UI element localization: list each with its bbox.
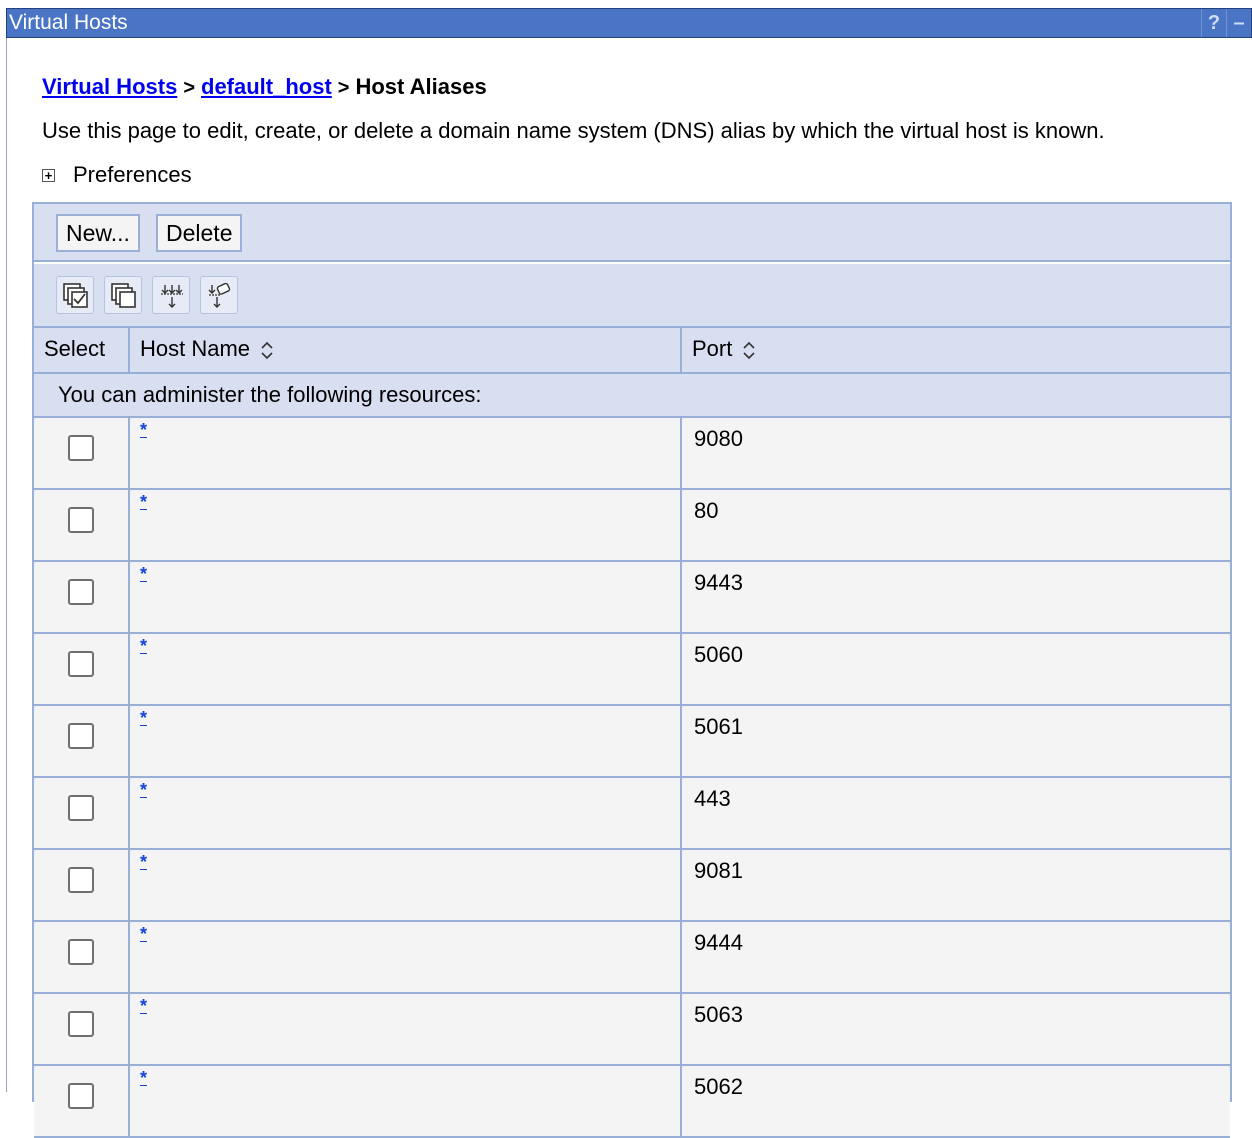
breadcrumb: Virtual Hosts > default_host > Host Aliases (42, 74, 487, 100)
row-select-checkbox[interactable] (68, 1083, 94, 1109)
window-title-bar: Virtual Hosts ? – (6, 8, 1252, 38)
sort-icon[interactable] (260, 338, 274, 362)
page-description: Use this page to edit, create, or delete… (42, 118, 1105, 143)
row-select-checkbox[interactable] (68, 435, 94, 461)
row-select-checkbox[interactable] (68, 507, 94, 533)
host-name-link[interactable]: * (140, 637, 147, 655)
collection-table: New... Delete Select Host Name Port You … (32, 202, 1232, 1138)
table-row: * 9081 (34, 850, 1230, 922)
select-all-icon[interactable] (56, 276, 94, 314)
breadcrumb-separator: > (337, 77, 350, 99)
preferences-toggle[interactable]: + Preferences (42, 162, 192, 188)
row-select-checkbox[interactable] (68, 867, 94, 893)
host-name-link[interactable]: * (140, 925, 147, 943)
row-select-checkbox[interactable] (68, 795, 94, 821)
port-cell: 80 (680, 490, 1232, 560)
preferences-label[interactable]: Preferences (73, 162, 192, 188)
column-header-port-label[interactable]: Port (692, 336, 732, 361)
port-cell: 5061 (680, 706, 1232, 776)
deselect-all-icon[interactable] (104, 276, 142, 314)
column-header-port[interactable]: Port (680, 328, 1232, 372)
table-row: * 9444 (34, 922, 1230, 994)
row-select-checkbox[interactable] (68, 1011, 94, 1037)
table-body: * 9080 * 80 * 9443 * 5060 * 5061 * 443 *… (34, 418, 1230, 1138)
table-header: Select Host Name Port (34, 328, 1230, 374)
clear-filter-icon[interactable] (200, 276, 238, 314)
port-cell: 5060 (680, 634, 1232, 704)
help-icon[interactable]: ? (1201, 9, 1226, 37)
port-cell: 9080 (680, 418, 1232, 488)
column-header-select: Select (44, 336, 106, 361)
table-row: * 5062 (34, 1066, 1230, 1138)
host-name-link[interactable]: * (140, 709, 147, 727)
port-cell: 9444 (680, 922, 1232, 992)
host-name-link[interactable]: * (140, 781, 147, 799)
row-select-checkbox[interactable] (68, 579, 94, 605)
host-name-link[interactable]: * (140, 997, 147, 1015)
table-row: * 5063 (34, 994, 1230, 1066)
breadcrumb-current: Host Aliases (355, 74, 487, 99)
breadcrumb-separator: > (183, 77, 195, 99)
host-name-link[interactable]: * (140, 1069, 147, 1087)
host-name-link[interactable]: * (140, 493, 147, 511)
port-cell: 443 (680, 778, 1232, 848)
table-tools-bar (34, 264, 1230, 328)
table-notice: You can administer the following resourc… (34, 374, 1230, 418)
breadcrumb-link-default-host[interactable]: default_host (201, 74, 332, 99)
window-title: Virtual Hosts (9, 11, 128, 34)
table-row: * 9443 (34, 562, 1230, 634)
row-select-checkbox[interactable] (68, 651, 94, 677)
show-filter-icon[interactable] (152, 276, 190, 314)
column-header-host-name-label[interactable]: Host Name (140, 336, 250, 361)
port-cell: 5063 (680, 994, 1232, 1064)
port-cell: 9443 (680, 562, 1232, 632)
table-row: * 443 (34, 778, 1230, 850)
host-name-link[interactable]: * (140, 853, 147, 871)
button-bar: New... Delete (34, 202, 1230, 262)
column-header-host-name[interactable]: Host Name (128, 328, 680, 372)
new-button[interactable]: New... (56, 214, 140, 252)
breadcrumb-link-virtual-hosts[interactable]: Virtual Hosts (42, 74, 177, 99)
row-select-checkbox[interactable] (68, 939, 94, 965)
table-row: * 5061 (34, 706, 1230, 778)
port-cell: 5062 (680, 1066, 1232, 1136)
plus-icon[interactable]: + (42, 168, 55, 182)
minimize-icon[interactable]: – (1226, 9, 1251, 37)
host-name-link[interactable]: * (140, 421, 147, 439)
delete-button[interactable]: Delete (156, 214, 243, 252)
sort-icon[interactable] (742, 338, 756, 362)
host-name-link[interactable]: * (140, 565, 147, 583)
table-row: * 5060 (34, 634, 1230, 706)
table-row: * 9080 (34, 418, 1230, 490)
port-cell: 9081 (680, 850, 1232, 920)
table-row: * 80 (34, 490, 1230, 562)
row-select-checkbox[interactable] (68, 723, 94, 749)
